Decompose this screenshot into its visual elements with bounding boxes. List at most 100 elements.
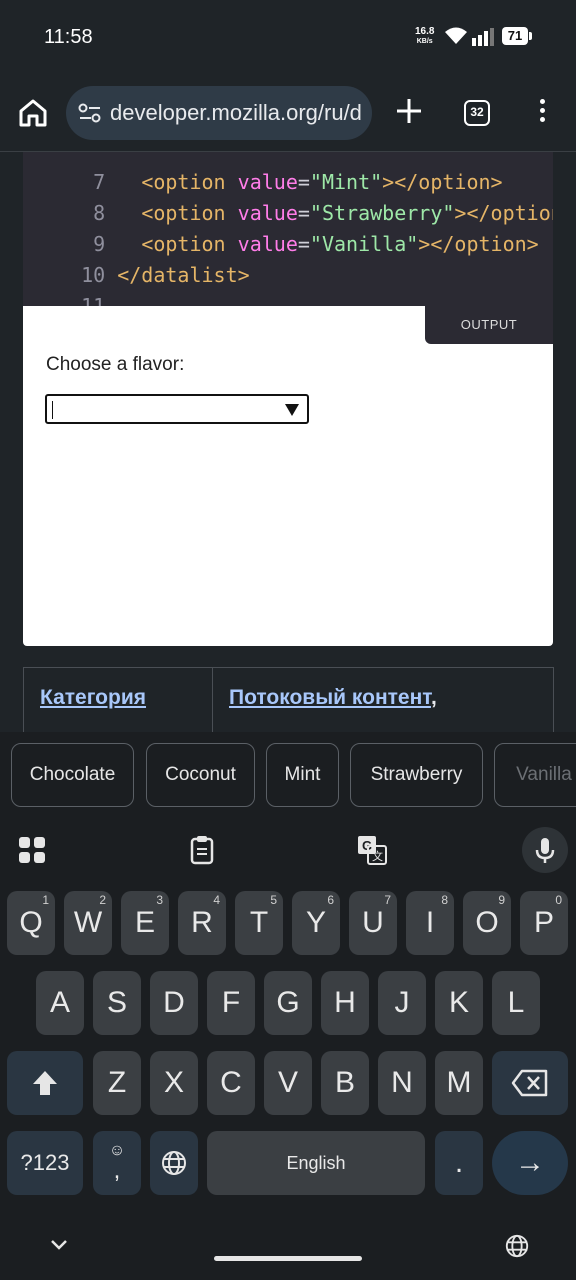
clock: 11:58: [44, 26, 93, 48]
autofill-suggestions: Chocolate Coconut Mint Strawberry Vanill…: [0, 732, 576, 818]
key-a[interactable]: A: [36, 971, 84, 1035]
key-o[interactable]: O9: [463, 891, 511, 955]
chevron-down-icon[interactable]: [48, 1236, 70, 1252]
key-d[interactable]: D: [150, 971, 198, 1035]
output-tab[interactable]: OUTPUT: [425, 306, 553, 344]
output-panel: Choose a flavor:: [23, 306, 553, 646]
comma-label: ,: [113, 1157, 121, 1184]
site-settings-icon[interactable]: [78, 102, 102, 124]
space-key[interactable]: English: [207, 1131, 425, 1195]
period-key[interactable]: .: [435, 1131, 483, 1195]
code-eq: =: [297, 232, 310, 256]
key-s[interactable]: S: [93, 971, 141, 1035]
translate-icon[interactable]: G 文: [356, 834, 388, 866]
signal-icon: [472, 28, 494, 46]
key-p[interactable]: P0: [520, 891, 568, 955]
network-speed-unit: KB/s: [416, 38, 433, 45]
code-string: "Vanilla": [309, 232, 419, 256]
network-speed: 16.8 KB/s: [415, 27, 434, 47]
line-number: 11: [81, 294, 106, 306]
status-bar: 11:58 16.8 KB/s 71: [0, 0, 576, 76]
dropdown-arrow-icon[interactable]: [285, 404, 299, 416]
code-line: 7 <option value="Mint"></option>: [23, 152, 502, 194]
key-hint: 4: [213, 893, 220, 907]
key-y[interactable]: Y6: [292, 891, 340, 955]
key-b[interactable]: B: [321, 1051, 369, 1115]
category-link[interactable]: Категория: [40, 686, 146, 710]
network-speed-value: 16.8: [415, 26, 435, 37]
backspace-key[interactable]: [492, 1051, 568, 1115]
url-text: developer.mozilla.org/ru/d: [110, 100, 362, 125]
gesture-nav-bar[interactable]: [214, 1256, 362, 1261]
emoji-comma-key[interactable]: ☺ ,: [93, 1131, 141, 1195]
key-hint: 3: [156, 893, 163, 907]
key-l[interactable]: L: [492, 971, 540, 1035]
tab-switcher-button[interactable]: 32: [464, 100, 490, 126]
suggestion-chip[interactable]: Vanilla: [494, 743, 576, 807]
key-j[interactable]: J: [378, 971, 426, 1035]
key-f[interactable]: F: [207, 971, 255, 1035]
table-divider: [212, 668, 213, 733]
keyboard: G 文 Q1 W2 E3 R4 T5 Y6 U7 I8 O9 P0 A S D …: [0, 818, 576, 1280]
key-g[interactable]: G: [264, 971, 312, 1035]
key-e[interactable]: E3: [121, 891, 169, 955]
globe-icon[interactable]: [504, 1233, 530, 1259]
flavor-input[interactable]: [45, 394, 309, 424]
suggestion-chip[interactable]: Coconut: [146, 743, 255, 807]
code-line: 8 <option value="Strawberry"></option>: [23, 177, 553, 225]
code-close: >: [237, 263, 250, 287]
apps-grid-icon[interactable]: [16, 834, 48, 866]
mic-button[interactable]: [522, 827, 568, 873]
battery-indicator: 71: [502, 27, 532, 45]
text-caret: [52, 401, 53, 419]
key-hint: 5: [270, 893, 277, 907]
key-c[interactable]: C: [207, 1051, 255, 1115]
suggestion-chip[interactable]: Strawberry: [350, 743, 483, 807]
key-hint: 7: [384, 893, 391, 907]
home-icon[interactable]: [16, 96, 50, 130]
key-i[interactable]: I8: [406, 891, 454, 955]
key-w[interactable]: W2: [64, 891, 112, 955]
key-hint: 9: [498, 893, 505, 907]
key-u[interactable]: U7: [349, 891, 397, 955]
backspace-icon: [511, 1069, 548, 1097]
code-line: 9 <option value="Vanilla"></option>: [23, 208, 539, 256]
suggestion-chip[interactable]: Mint: [266, 743, 339, 807]
key-r[interactable]: R4: [178, 891, 226, 955]
key-t[interactable]: T5: [235, 891, 283, 955]
key-hint: 0: [555, 893, 562, 907]
key-hint: 6: [327, 893, 334, 907]
browser-toolbar: developer.mozilla.org/ru/d 32: [0, 76, 576, 152]
shift-key[interactable]: [7, 1051, 83, 1115]
code-line: 11: [23, 270, 105, 306]
mic-icon: [535, 838, 555, 863]
property-value: Потоковый контент,: [229, 686, 437, 710]
key-x[interactable]: X: [150, 1051, 198, 1115]
clipboard-icon[interactable]: [186, 834, 218, 866]
key-m[interactable]: M: [435, 1051, 483, 1115]
suggestion-chip[interactable]: Chocolate: [11, 743, 134, 807]
key-v[interactable]: V: [264, 1051, 312, 1115]
shift-icon: [33, 1071, 57, 1095]
properties-table: Категория Потоковый контент,: [23, 667, 554, 733]
flow-content-link[interactable]: Потоковый контент: [229, 686, 431, 709]
plus-icon[interactable]: [394, 96, 424, 126]
symbols-key[interactable]: ?123: [7, 1131, 83, 1195]
svg-text:文: 文: [372, 849, 383, 863]
language-key[interactable]: [150, 1131, 198, 1195]
key-hint: 2: [99, 893, 106, 907]
key-z[interactable]: Z: [93, 1051, 141, 1115]
code-line: 10 </datalist>: [23, 239, 250, 287]
enter-key[interactable]: →: [492, 1131, 568, 1195]
value-separator: ,: [430, 686, 437, 709]
key-hint: 8: [441, 893, 448, 907]
code-editor[interactable]: 7 <option value="Mint"></option> 8 <opti…: [23, 152, 553, 306]
key-k[interactable]: K: [435, 971, 483, 1035]
more-vert-icon[interactable]: [532, 96, 552, 126]
flavor-label: Choose a flavor:: [46, 354, 185, 375]
key-q[interactable]: Q1: [7, 891, 55, 955]
address-bar[interactable]: developer.mozilla.org/ru/d: [66, 86, 372, 140]
code-close: ></option>: [418, 232, 539, 256]
key-h[interactable]: H: [321, 971, 369, 1035]
key-n[interactable]: N: [378, 1051, 426, 1115]
